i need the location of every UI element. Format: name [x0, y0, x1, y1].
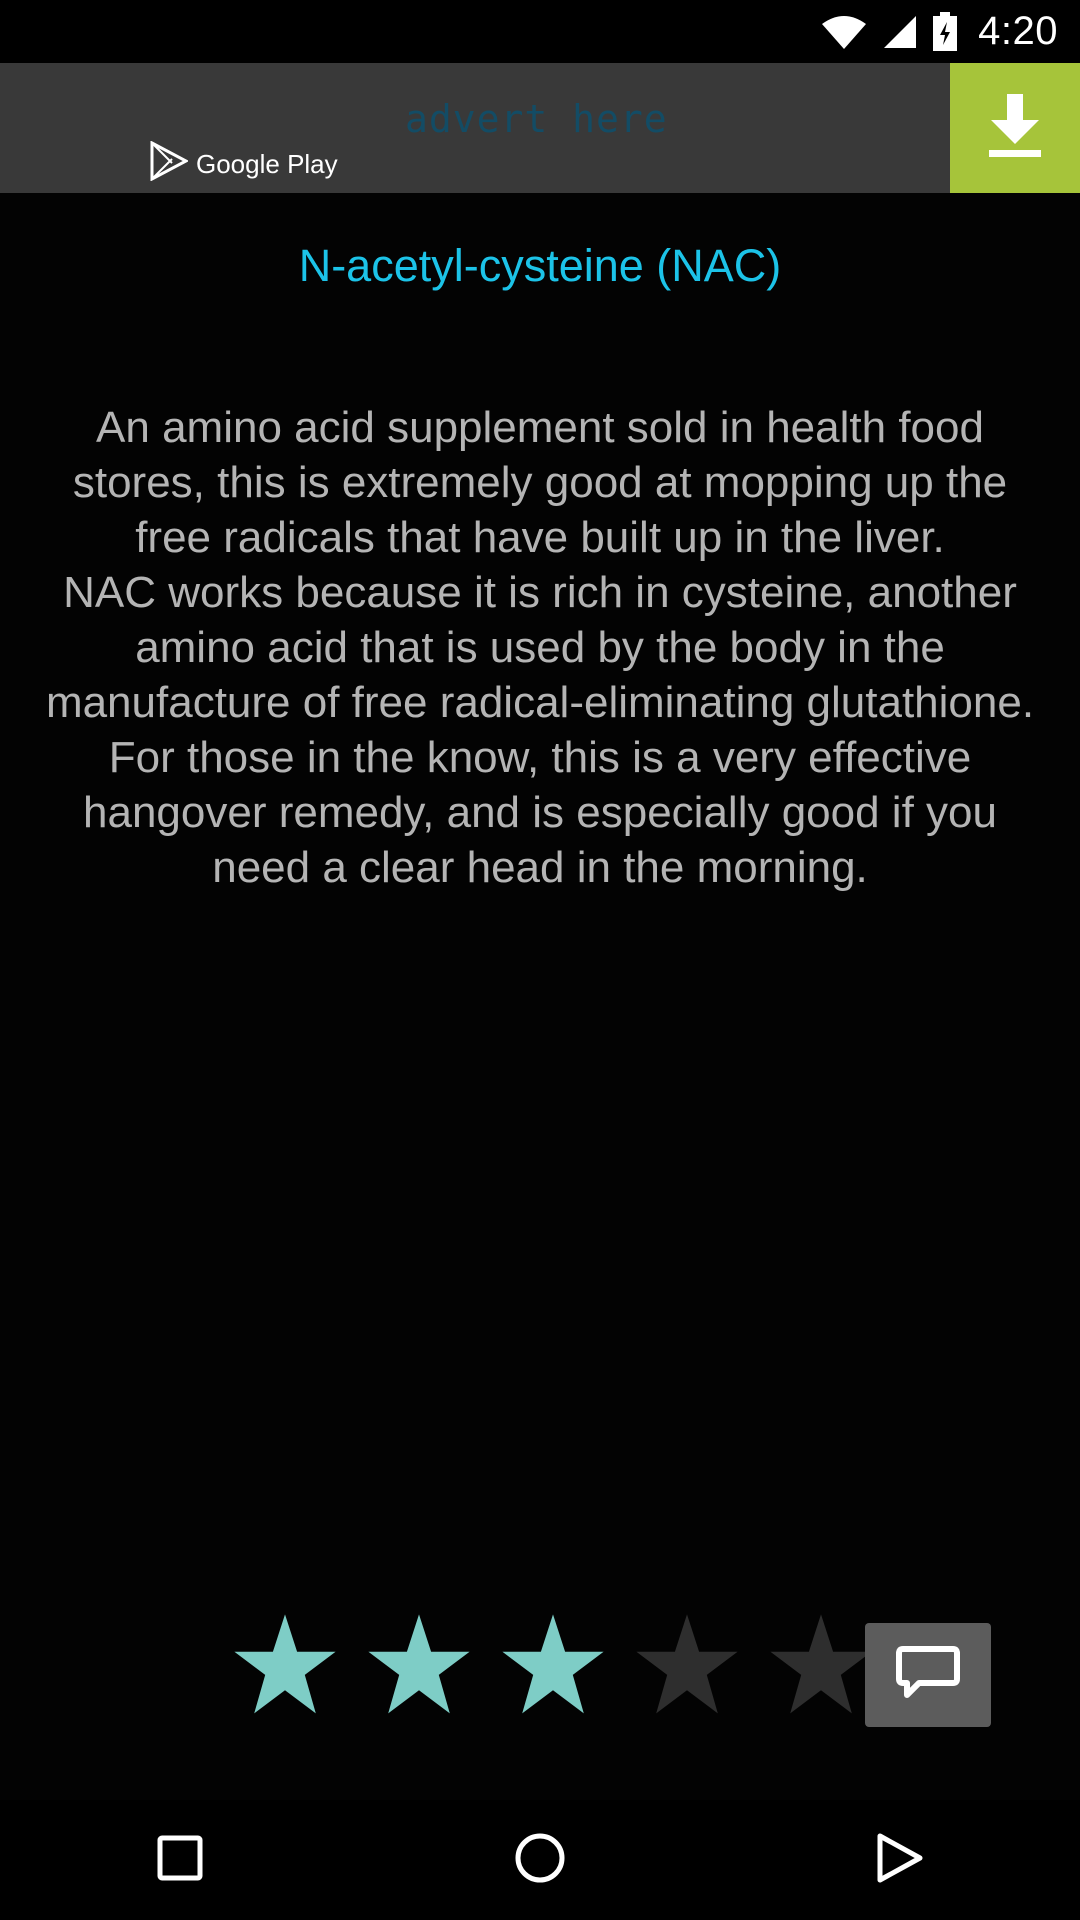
status-time: 4:20 [978, 9, 1058, 53]
star-rating[interactable] [230, 1610, 876, 1720]
ad-placeholder-text: advert here [405, 97, 668, 141]
status-bar: 4:20 [0, 0, 1080, 63]
star-2[interactable] [364, 1610, 474, 1720]
star-3[interactable] [498, 1610, 608, 1720]
star-5[interactable] [766, 1610, 876, 1720]
article-title: N-acetyl-cysteine (NAC) [298, 240, 782, 291]
navigation-bar [0, 1800, 1080, 1920]
wifi-icon [820, 14, 868, 50]
download-icon [987, 93, 1043, 163]
play-triangle-icon [150, 140, 190, 188]
screen: 4:20 Google Play advert here N-acetyl-cy… [0, 0, 1080, 1920]
back-icon [876, 1832, 924, 1889]
ad-banner[interactable]: Google Play advert here [0, 63, 1080, 193]
battery-icon [932, 11, 958, 52]
comment-button[interactable] [865, 1623, 991, 1727]
star-4[interactable] [632, 1610, 742, 1720]
article-body: An amino acid supplement sold in health … [45, 403, 1035, 892]
back-button[interactable] [840, 1810, 960, 1910]
signal-icon [882, 14, 918, 50]
download-button[interactable] [950, 63, 1080, 193]
recents-icon [157, 1835, 203, 1886]
google-play-logo[interactable]: Google Play [150, 140, 338, 188]
star-1[interactable] [230, 1610, 340, 1720]
home-icon [514, 1832, 566, 1889]
recents-button[interactable] [120, 1810, 240, 1910]
google-play-label: Google Play [196, 149, 338, 179]
home-button[interactable] [480, 1810, 600, 1910]
comment-icon [895, 1645, 961, 1706]
